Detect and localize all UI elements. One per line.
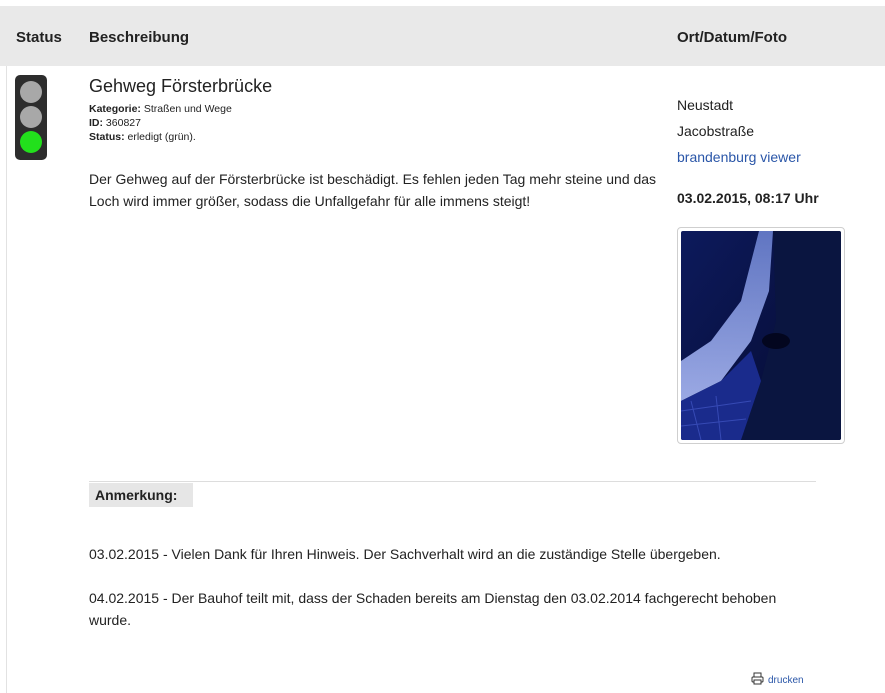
location-city: Neustadt: [677, 97, 734, 113]
id-label: ID:: [89, 117, 103, 129]
status-label: Status:: [89, 131, 125, 143]
table-header: Status Beschreibung Ort/Datum/Foto: [0, 6, 885, 66]
column-header-location: Ort/Datum/Foto: [677, 29, 787, 46]
report-photo-image: [681, 231, 841, 440]
brandenburg-viewer-link[interactable]: brandenburg viewer: [677, 149, 801, 165]
id-value: 360827: [105, 117, 141, 129]
report-description: Der Gehweg auf der Försterbrücke ist bes…: [89, 171, 657, 209]
note-item: 04.02.2015 - Der Bauhof teilt mit, dass …: [89, 590, 777, 628]
printer-icon: [751, 672, 764, 684]
column-header-description: Beschreibung: [89, 29, 190, 46]
notes-divider: [89, 481, 816, 482]
report-id: ID: 360827: [89, 117, 141, 129]
column-header-status: Status: [16, 29, 62, 46]
location-street: Jacobstraße: [677, 123, 755, 139]
category-label: Kategorie:: [89, 103, 141, 115]
notes-heading: Anmerkung:: [89, 483, 193, 507]
report-title: Gehweg Försterbrücke: [89, 76, 273, 96]
print-button[interactable]: drucken: [751, 670, 804, 686]
report-photo[interactable]: [677, 227, 845, 444]
traffic-light-green: [20, 131, 42, 153]
traffic-light-icon: [15, 75, 47, 160]
category-value: Straßen und Wege: [143, 103, 232, 115]
print-link[interactable]: drucken: [768, 675, 804, 686]
report-datetime: 03.02.2015, 08:17 Uhr: [677, 190, 819, 206]
status-value: erledigt (grün).: [127, 131, 196, 143]
traffic-light-red: [20, 81, 42, 103]
report-category: Kategorie: Straßen und Wege: [89, 103, 232, 115]
traffic-light-yellow: [20, 106, 42, 128]
report-status: Status: erledigt (grün).: [89, 131, 196, 143]
note-item: 03.02.2015 - Vielen Dank für Ihren Hinwe…: [89, 546, 721, 562]
